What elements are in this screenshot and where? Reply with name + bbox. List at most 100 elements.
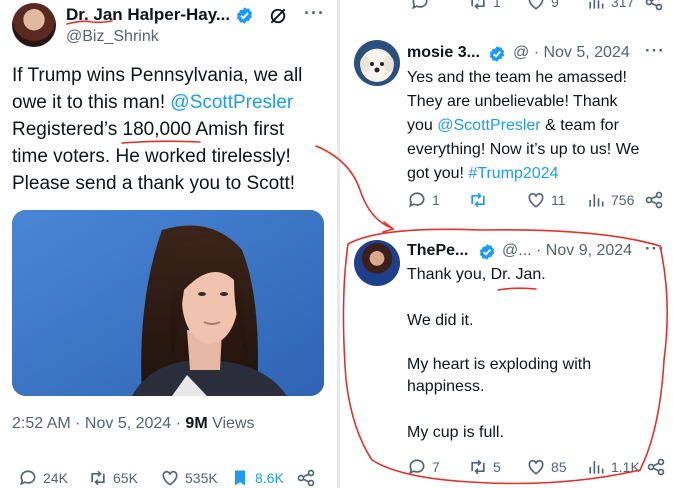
tweet-timestamp[interactable]: 2:52 AM · Nov 5, 2024 · 9M Views: [12, 415, 255, 433]
tweet-text-line: everything! Now it’s up to us! We: [407, 141, 640, 158]
repost-count: 65K: [113, 470, 138, 486]
tweet-actions: 24K 65K 535K 8.6K: [0, 468, 336, 488]
mention-link[interactable]: @ScottPresler: [170, 92, 293, 113]
views-button[interactable]: 1.1K: [586, 457, 640, 477]
author-name[interactable]: Dr. Jan Halper-Hay...: [66, 5, 230, 25]
tweet-text-line: If Trump wins Pennsylvania, we all: [12, 65, 303, 86]
tweet-actions: 7 5 85 1.1K: [340, 457, 673, 477]
repost-count: 5: [493, 459, 501, 475]
author-name[interactable]: mosie 3...: [407, 44, 480, 62]
handle-and-date[interactable]: @... · Nov 9, 2024: [502, 242, 632, 260]
views-count: 1.1K: [611, 459, 640, 475]
share-icon: [647, 458, 665, 476]
repost-button[interactable]: 1: [468, 0, 501, 12]
reply-button[interactable]: [410, 0, 430, 12]
author-name[interactable]: ThePe...: [407, 242, 468, 260]
reply-tweet: ThePe... @... · Nov 9, 2024 ··· Thank yo…: [340, 230, 673, 488]
tweet-text-line: My cup is full.: [407, 424, 504, 441]
handle-and-date[interactable]: @ · Nov 5, 2024: [513, 44, 630, 62]
reply-button[interactable]: 1: [407, 190, 440, 210]
repost-button[interactable]: [468, 190, 488, 210]
tweet-text-segment: you: [407, 117, 438, 134]
repost-count: 1: [493, 0, 501, 10]
views-button[interactable]: 317: [586, 0, 634, 12]
bookmark-button[interactable]: 8.6K: [230, 468, 284, 488]
views-label: Views: [207, 415, 255, 432]
reply-icon: [409, 459, 425, 475]
repost-icon: [91, 470, 105, 486]
reply-icon: [412, 0, 428, 10]
like-count: 9: [551, 0, 559, 10]
tweet-text: Thank you, Dr. Jan. We did it. My heart …: [407, 264, 669, 444]
tweet-text-line: Yes and the team he amassed!: [407, 69, 627, 86]
heart-icon: [528, 192, 544, 208]
tweet-text-line: time voters. He worked tirelessly!: [12, 146, 291, 167]
tweet-text-line: My heart is exploding with: [407, 356, 592, 373]
author-handle[interactable]: @Biz_Shrink: [66, 28, 159, 46]
share-button[interactable]: [644, 0, 664, 12]
tweet-text-segment: & team for: [540, 117, 619, 134]
avatar[interactable]: [354, 40, 400, 86]
reply-icon: [409, 192, 425, 208]
hashtag-link[interactable]: #Trump2024: [468, 165, 558, 182]
repost-button[interactable]: 5: [468, 457, 501, 477]
views-chart-icon: [589, 0, 604, 9]
portrait-photo: [12, 210, 324, 396]
reply-icon: [20, 470, 36, 486]
reply-count: 1: [432, 192, 440, 208]
grok-icon[interactable]: [268, 6, 288, 26]
reply-button[interactable]: 24K: [18, 468, 68, 488]
share-button[interactable]: [646, 457, 666, 477]
verified-badge-icon: [479, 244, 495, 260]
share-icon: [645, 191, 663, 209]
timestamp-text: 2:52 AM · Nov 5, 2024 ·: [12, 415, 186, 432]
avatar[interactable]: [354, 240, 400, 286]
tweet-text-line: We did it.: [407, 312, 474, 329]
repost-icon: [471, 192, 485, 208]
more-options-icon[interactable]: ···: [645, 41, 665, 61]
like-count: 535K: [185, 470, 218, 486]
views-chart-icon: [589, 194, 604, 207]
tweet-text-line: They are unbelievable! Thank: [407, 93, 618, 110]
tweet-text-line: happiness.: [407, 378, 485, 395]
views-button[interactable]: 756: [586, 190, 634, 210]
mention-link[interactable]: @ScottPresler: [437, 117, 540, 134]
views-count: 9M: [185, 415, 208, 432]
previous-tweet-actions: 1 9 317: [340, 0, 673, 12]
verified-badge-icon: [489, 46, 505, 62]
tweet-image[interactable]: [12, 210, 324, 396]
avatar[interactable]: [12, 3, 56, 47]
repost-button[interactable]: 65K: [88, 468, 138, 488]
tweet-text-line: Please send a thank you to Scott!: [12, 173, 296, 194]
main-tweet: Dr. Jan Halper-Hay... ··· @Biz_Shrink If…: [0, 0, 336, 488]
like-count: 85: [551, 459, 567, 475]
tweet-text-line: got you! #Trump2024: [407, 162, 669, 186]
reply-count: 7: [432, 459, 440, 475]
like-button[interactable]: 11: [526, 190, 566, 210]
tweet-text-line: Thank you, Dr. Jan.: [407, 266, 546, 283]
tweet-text-line: owe it to this man! @ScottPresler: [12, 89, 330, 116]
repost-icon: [471, 0, 485, 10]
more-options-icon[interactable]: ···: [645, 239, 665, 259]
views-count: 756: [611, 192, 635, 208]
share-icon: [645, 0, 663, 11]
share-icon: [297, 469, 315, 487]
like-button[interactable]: 85: [526, 457, 567, 477]
tweet-text-segment: owe it to this man!: [12, 92, 171, 113]
heart-icon: [528, 0, 544, 10]
reply-button[interactable]: 7: [407, 457, 440, 477]
like-button[interactable]: 535K: [160, 468, 218, 488]
share-button[interactable]: [644, 190, 664, 210]
tweet-text-line: you @ScottPresler & team for: [407, 114, 669, 138]
like-button[interactable]: 9: [526, 0, 559, 12]
like-count: 11: [551, 192, 566, 208]
more-options-icon[interactable]: ···: [304, 3, 325, 24]
tweet-text: If Trump wins Pennsylvania, we all owe i…: [12, 62, 330, 197]
share-button[interactable]: [296, 468, 316, 488]
tweet-text-segment: got you!: [407, 165, 469, 182]
tweet-actions: 1 11 756: [340, 190, 673, 210]
heart-icon: [528, 459, 544, 475]
reply-count: 24K: [43, 470, 68, 486]
